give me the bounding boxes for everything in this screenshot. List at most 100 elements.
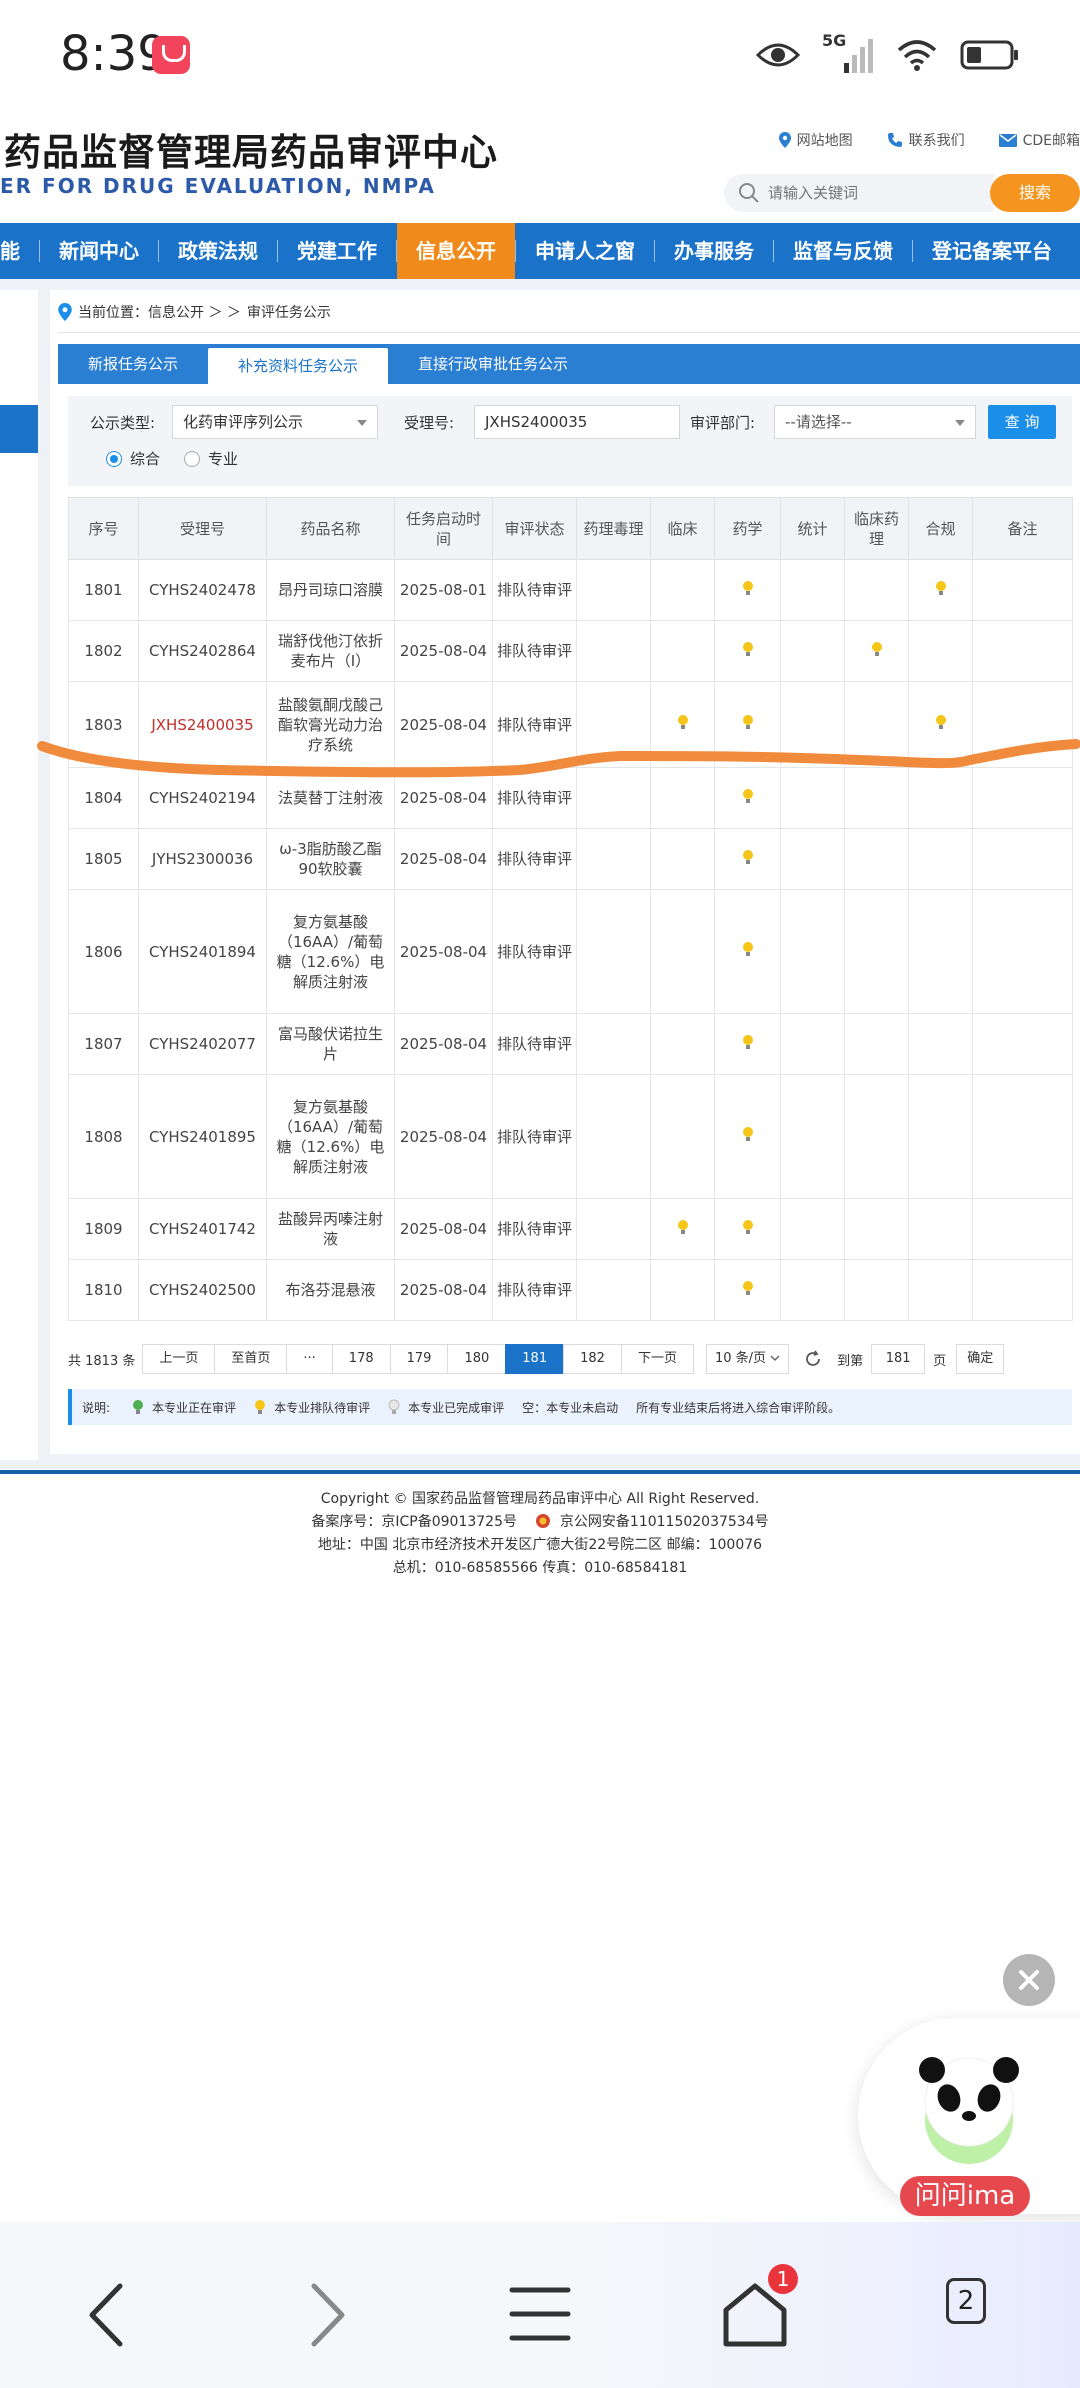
specialty-status-cell: [908, 559, 973, 621]
page-button[interactable]: 179: [389, 1344, 449, 1374]
specialty-status-cell: [972, 1013, 1073, 1075]
nav-item-services[interactable]: 办事服务: [655, 223, 773, 279]
accept-number-cell[interactable]: JYHS2300036: [138, 828, 267, 890]
page-ellipsis[interactable]: ···: [286, 1344, 333, 1374]
bulb-yellow-icon: [255, 1400, 266, 1414]
breadcrumb-path[interactable]: 当前位置：信息公开 ＞ ＞: [78, 302, 241, 322]
specialty-status-cell: [714, 1013, 781, 1075]
specialty-status-cell: [714, 1259, 781, 1321]
page-button-current[interactable]: 181: [505, 1344, 565, 1374]
sitemap-link[interactable]: 网站地图: [778, 130, 853, 150]
page-button[interactable]: 182: [563, 1344, 622, 1374]
accept-number-cell[interactable]: CYHS2402864: [138, 620, 267, 682]
table-row[interactable]: 1810 CYHS2402500 布洛芬混悬液 2025-08-04 排队待审评: [68, 1259, 1073, 1321]
tab-direct-approval-tasks[interactable]: 直接行政审批任务公示: [388, 344, 598, 384]
table-header-cell: 临床药理: [844, 497, 909, 560]
specialty-status-cell: [576, 620, 651, 682]
review-status-cell: 排队待审评: [492, 1198, 577, 1260]
bulb-yellow-icon: [677, 1219, 688, 1234]
ima-assistant-label[interactable]: 问问ima: [900, 2176, 1030, 2216]
tab-supplement-tasks[interactable]: 补充资料任务公示: [208, 348, 389, 384]
specialty-status-cell: [972, 559, 1073, 621]
first-page-button[interactable]: 至首页: [214, 1344, 288, 1374]
accept-number-cell[interactable]: CYHS2402077: [138, 1013, 267, 1075]
prev-page-button[interactable]: 上一页: [142, 1344, 216, 1374]
cde-mail-link[interactable]: CDE邮箱: [998, 130, 1080, 150]
accept-no-input[interactable]: JXHS2400035: [474, 405, 680, 439]
search-input[interactable]: [768, 181, 978, 205]
nav-item-applicant[interactable]: 申请人之窗: [516, 223, 654, 279]
table-row[interactable]: 1807 CYHS2402077 富马酸伏诺拉生片 2025-08-04 排队待审评: [68, 1013, 1073, 1075]
table-header-cell: 备注: [972, 497, 1073, 560]
page-button[interactable]: 180: [447, 1344, 507, 1374]
accept-number-cell[interactable]: CYHS2401894: [138, 889, 267, 1014]
phone-icon: [887, 133, 902, 147]
bulb-gray-icon: [388, 1399, 400, 1414]
page-button[interactable]: 178: [331, 1344, 391, 1374]
table-row[interactable]: 1808 CYHS2401895 复方氨基酸（16AA）/葡萄糖（12.6%）电解质…: [68, 1074, 1073, 1199]
table-row[interactable]: 1801 CYHS2402478 昂丹司琼口溶膜 2025-08-01 排队待审评: [68, 559, 1073, 621]
specialty-status-cell: [844, 620, 909, 682]
type-select[interactable]: 化药审评序列公示: [172, 405, 378, 439]
specialty-status-cell: [780, 1013, 845, 1075]
row-number-cell: 1806: [68, 889, 139, 1014]
goto-confirm-button[interactable]: 确定: [956, 1344, 1005, 1374]
table-row[interactable]: 1806 CYHS2401894 复方氨基酸（16AA）/葡萄糖（12.6%）电解质…: [68, 889, 1073, 1014]
table-header-cell: 统计: [780, 497, 845, 560]
table-header-cell: 受理号: [138, 497, 267, 560]
legend-note-text: 所有专业结束后将进入综合审评阶段。: [636, 1400, 841, 1415]
page-size-select[interactable]: 10 条/页: [705, 1344, 790, 1374]
radio-all[interactable]: 综合: [106, 448, 160, 469]
nav-item-news[interactable]: 新闻中心: [40, 223, 158, 279]
left-sidebar-active-item[interactable]: [0, 405, 38, 453]
chevron-down-icon: [357, 420, 367, 426]
query-button[interactable]: 查 询: [988, 405, 1056, 439]
row-number-cell: 1805: [68, 828, 139, 890]
accept-number-cell[interactable]: CYHS2402478: [138, 559, 267, 621]
accept-number-cell[interactable]: CYHS2402500: [138, 1259, 267, 1321]
tab-new-tasks[interactable]: 新报任务公示: [58, 344, 208, 384]
table-row[interactable]: 1809 CYHS2401742 盐酸异丙嗪注射液 2025-08-04 排队待审评: [68, 1198, 1073, 1260]
tab-count-button[interactable]: 2: [946, 2278, 986, 2324]
start-date-cell: 2025-08-04: [394, 889, 493, 1014]
row-number-cell: 1801: [68, 559, 139, 621]
table-row[interactable]: 1802 CYHS2402864 瑞舒伐他汀依折麦布片（I） 2025-08-04 排队…: [68, 620, 1073, 682]
nav-item-policy[interactable]: 政策法规: [159, 223, 277, 279]
table-row[interactable]: 1805 JYHS2300036 ω-3脂肪酸乙酯90软胶囊 2025-08-04 排队…: [68, 828, 1073, 890]
refresh-icon[interactable]: [803, 1349, 823, 1369]
goto-page-input[interactable]: 181: [871, 1344, 926, 1374]
specialty-status-cell: [714, 559, 781, 621]
footer-icp-number[interactable]: 备案序号：京ICP备09013725号: [311, 1514, 517, 1530]
status-bar: 8:39 5G: [0, 0, 1080, 108]
legend-gray-text: 本专业已完成审评: [408, 1400, 505, 1415]
row-number-cell: 1810: [68, 1259, 139, 1321]
bulb-yellow-icon: [742, 1034, 753, 1049]
forward-arrow-icon[interactable]: [296, 2280, 356, 2350]
bulb-yellow-icon: [742, 580, 753, 595]
footer-police-number[interactable]: 京公网安备11011502037534号: [560, 1514, 769, 1530]
specialty-status-cell: [908, 1259, 973, 1321]
nav-item-party[interactable]: 党建工作: [278, 223, 396, 279]
dept-select[interactable]: --请选择--: [774, 405, 976, 439]
accept-number-cell[interactable]: CYHS2401742: [138, 1198, 267, 1260]
next-page-button[interactable]: 下一页: [620, 1344, 694, 1374]
close-assistant-button[interactable]: [1003, 1954, 1055, 2006]
row-number-cell: 1808: [68, 1074, 139, 1199]
battery-icon: [960, 40, 1018, 70]
search-button[interactable]: 搜索: [990, 174, 1080, 212]
nav-item-info-public[interactable]: 信息公开: [397, 223, 515, 279]
table-header-cell: 临床: [650, 497, 715, 560]
specialty-status-cell: [844, 1198, 909, 1260]
nav-item-truncated[interactable]: 能: [0, 223, 39, 279]
site-subtitle: ER FOR DRUG EVALUATION, NMPA: [0, 174, 436, 198]
specialty-status-cell: [972, 620, 1073, 682]
nav-item-registration[interactable]: 登记备案平台: [913, 223, 1071, 279]
specialty-status-cell: [972, 889, 1073, 1014]
nav-item-supervision[interactable]: 监督与反馈: [774, 223, 912, 279]
back-arrow-icon[interactable]: [78, 2280, 138, 2350]
menu-icon[interactable]: [508, 2282, 572, 2346]
radio-specialty[interactable]: 专业: [184, 448, 238, 469]
accept-number-cell[interactable]: CYHS2401895: [138, 1074, 267, 1199]
specialty-status-cell: [650, 889, 715, 1014]
contact-link[interactable]: 联系我们: [887, 130, 965, 150]
